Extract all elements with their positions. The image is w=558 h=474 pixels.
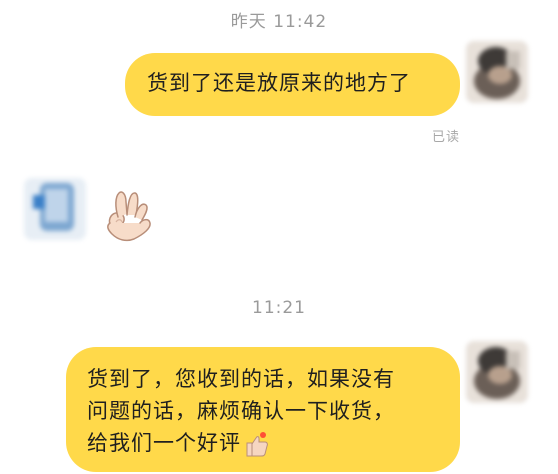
message-line-3: 给我们一个好评	[87, 427, 460, 459]
ok-hand-icon	[107, 191, 151, 242]
self-avatar-2-image	[466, 341, 528, 403]
timestamp-yesterday: 昨天 11:42	[230, 12, 328, 32]
message-bubble-review-request[interactable]: 货到了，您收到的话，如果没有 问题的话，麻烦确认一下收货， 给我们一个好评	[66, 347, 460, 472]
ok-hand-emoji	[92, 184, 156, 248]
message-line-3-text: 给我们一个好评	[87, 431, 241, 455]
self-avatar-image	[466, 41, 528, 103]
message-bubble-delivery[interactable]: 货到了还是放原来的地方了	[125, 53, 460, 116]
timestamp-recent: 11:21	[252, 298, 306, 318]
message-line-1: 货到了，您收到的话，如果没有	[87, 367, 395, 391]
self-avatar-2[interactable]	[466, 341, 528, 403]
thumbs-up-icon	[246, 432, 268, 457]
message-text: 货到了还是放原来的地方了	[147, 71, 411, 95]
message-line-2: 问题的话，麻烦确认一下收货，	[87, 399, 395, 423]
read-receipt: 已读	[432, 130, 461, 145]
contact-avatar-image	[24, 178, 86, 240]
self-avatar[interactable]	[466, 41, 528, 103]
contact-avatar[interactable]	[24, 178, 86, 240]
